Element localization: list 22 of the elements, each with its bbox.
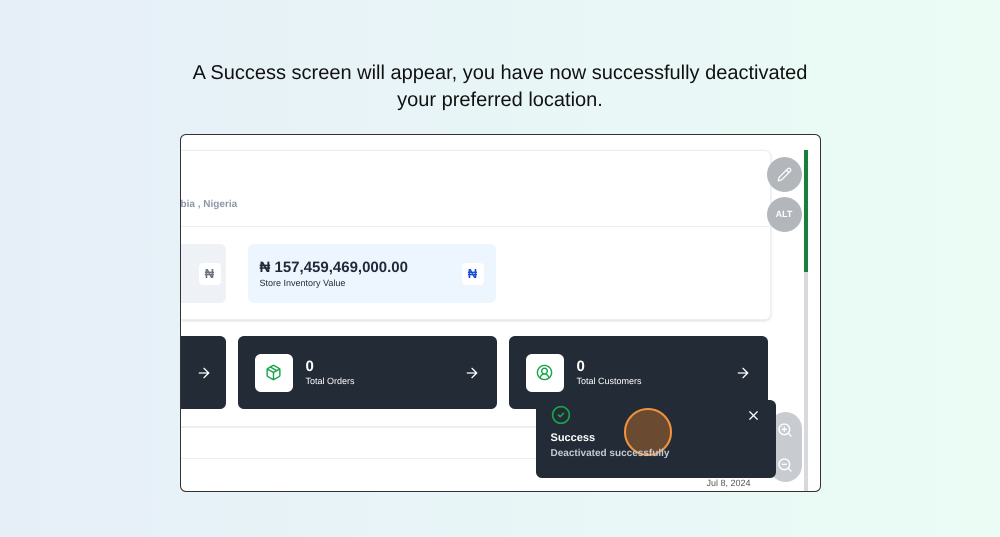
- inventory-label: Store Inventory Value: [260, 278, 346, 288]
- arrow-right-icon: [464, 364, 480, 380]
- stat-count: 0: [306, 359, 315, 374]
- zoom-out-icon[interactable]: [777, 456, 793, 472]
- naira-icon: ₦: [462, 262, 484, 284]
- edit-button[interactable]: [766, 157, 802, 192]
- heading: A Success screen will appear, you have now successfully deactivated your preferred location.: [192, 61, 808, 113]
- stat-label: Total Orders: [306, 377, 356, 386]
- check-circle-icon: [550, 405, 570, 425]
- toast-title: Success: [550, 433, 596, 444]
- stat-card[interactable]: 0 Total Orders: [238, 336, 496, 409]
- stat-label: Total Customers: [576, 377, 643, 386]
- naira-icon: ₦: [198, 262, 220, 284]
- date-cell: Jul 8, 2024: [706, 478, 750, 488]
- pencil-icon: [776, 167, 792, 182]
- box-icon: [265, 364, 282, 381]
- zoom-in-icon[interactable]: [777, 422, 793, 438]
- stat-count: 0: [576, 359, 586, 374]
- user-icon: [536, 364, 553, 381]
- inventory-value: ₦ 157,459,469,000.00: [260, 260, 408, 274]
- stat-card[interactable]: [180, 336, 226, 409]
- store-location: bia , Nigeria: [180, 198, 238, 212]
